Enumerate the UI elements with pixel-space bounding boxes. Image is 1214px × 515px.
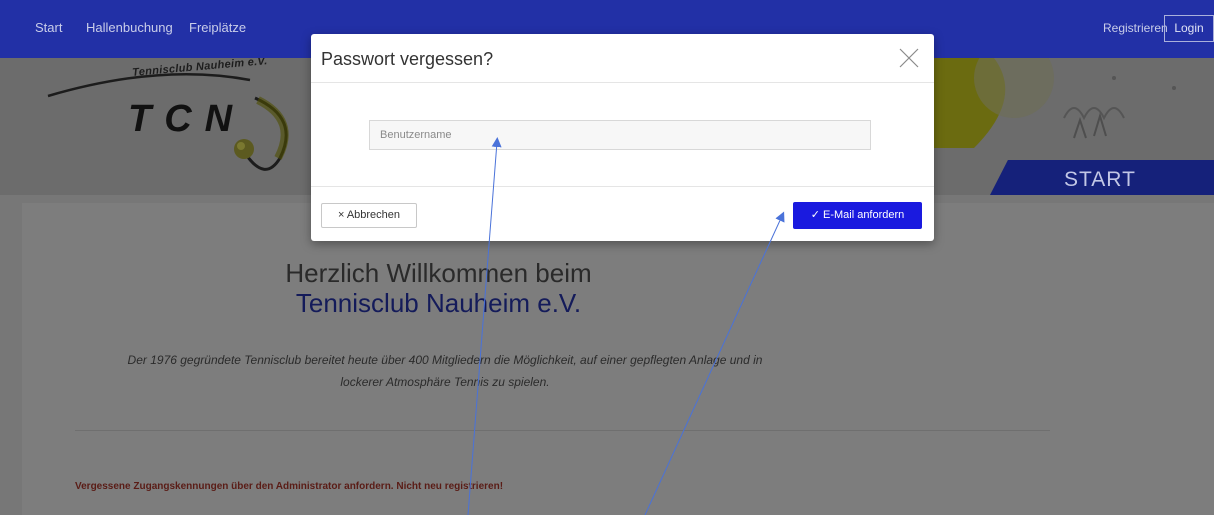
club-description: Der 1976 gegründete Tennisclub bereitet … bbox=[127, 353, 763, 389]
nav-link-start[interactable]: Start bbox=[35, 20, 62, 35]
logo-title: TCN bbox=[128, 98, 246, 140]
register-link[interactable]: Registrieren bbox=[1103, 21, 1168, 35]
dialog-title: Passwort vergessen? bbox=[321, 49, 494, 69]
dialog-header: Passwort vergessen? bbox=[311, 34, 934, 83]
close-icon[interactable] bbox=[895, 44, 923, 72]
nav-link-freiplaetze[interactable]: Freiplätze bbox=[189, 20, 246, 35]
cancel-button[interactable]: × Abbrechen bbox=[321, 203, 417, 228]
content-divider bbox=[75, 430, 1050, 431]
start-banner-text: START bbox=[1064, 168, 1136, 191]
warning-message: Vergessene Zugangskennungen über den Adm… bbox=[75, 481, 504, 492]
welcome-heading: Herzlich Willkommen beim bbox=[285, 258, 592, 288]
club-logo[interactable]: Tennisclub Nauheim e.V. TCN bbox=[40, 58, 320, 193]
request-email-button[interactable]: ✓ E-Mail anfordern bbox=[793, 202, 922, 229]
username-input[interactable]: Benutzername bbox=[369, 120, 871, 150]
dialog-footer: × Abbrechen ✓ E-Mail anfordern bbox=[311, 186, 934, 241]
login-button[interactable]: Login bbox=[1164, 15, 1214, 42]
nav-link-hallenbuchung[interactable]: Hallenbuchung bbox=[86, 20, 173, 35]
club-name-heading: Tennisclub Nauheim e.V. bbox=[295, 288, 582, 318]
password-reset-dialog: Passwort vergessen? Benutzername × Abbre… bbox=[311, 34, 934, 241]
dialog-body: Benutzername bbox=[311, 83, 934, 186]
